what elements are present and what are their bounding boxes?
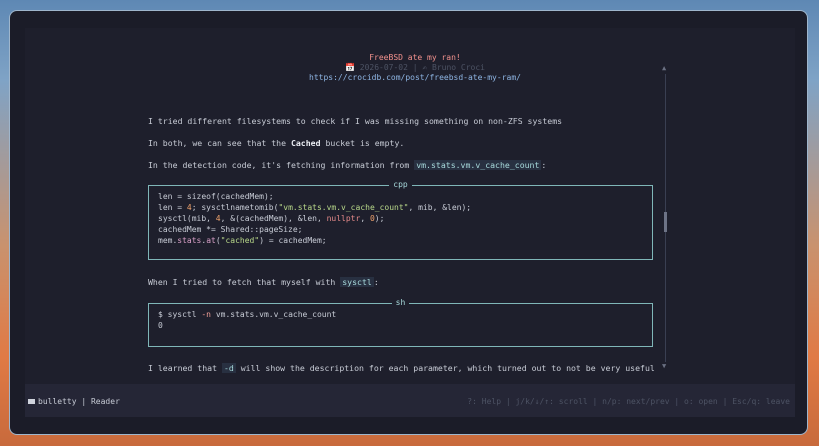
status-bar: bulletty | Reader ?: Help | j/k/↓/↑: scr… xyxy=(25,384,795,417)
paragraph-2: In both, we can see that the Cached buck… xyxy=(148,138,404,148)
article-meta: 📅 2026-07-02 | ✍ Bruno Croci xyxy=(344,63,485,72)
app-name: bulletty | Reader xyxy=(38,397,120,406)
para5-text-end: will show the description for each param… xyxy=(235,363,655,373)
para2-text: In both, we can see that the xyxy=(148,138,291,148)
para3-text-end: : xyxy=(541,160,547,170)
shell-line-2: 0 xyxy=(158,321,163,330)
paragraph-1: I tried different filesystems to check i… xyxy=(148,116,563,126)
inline-code: -d xyxy=(221,363,236,373)
code-block-sh: sh $ sysctl -n vm.stats.vm.v_cache_count… xyxy=(148,298,653,347)
code-line-2: len = 4; sysctlnametomib("vm.stats.vm.v_… xyxy=(158,203,472,212)
para4-text: When I tried to fetch that myself with xyxy=(148,277,341,287)
paragraph-5: I learned that -d will show the descript… xyxy=(148,363,655,373)
scrollbar-thumb[interactable] xyxy=(664,212,667,232)
para5-text: I learned that xyxy=(148,363,222,373)
para2-text-end: bucket is empty. xyxy=(320,138,405,148)
code-lang-label: cpp xyxy=(389,180,412,189)
mail-icon xyxy=(28,399,35,404)
para2-bold: Cached xyxy=(290,138,321,148)
scroll-up-arrow-icon[interactable]: ▲ xyxy=(662,64,666,72)
article-url[interactable]: https://crocidb.com/post/freebsd-ate-my-… xyxy=(25,73,805,82)
code-line-5: mem.stats.at("cached") = cachedMem; xyxy=(158,236,327,245)
inline-code: vm.stats.vm.v_cache_count xyxy=(414,160,542,170)
code-lang-label: sh xyxy=(391,298,410,307)
scroll-down-arrow-icon[interactable]: ▼ xyxy=(662,362,666,370)
terminal-window: FreeBSD ate my ran! 📅 2026-07-02 | ✍ Bru… xyxy=(9,10,808,435)
article-title: FreeBSD ate my ran! xyxy=(369,53,461,62)
para4-text-end: : xyxy=(373,277,379,287)
code-block-cpp: cpp len = sizeof(cachedMem); len = 4; sy… xyxy=(148,180,653,260)
code-line-3: sysctl(mib, 4, &(cachedMem), &len, nullp… xyxy=(158,214,385,223)
paragraph-4: When I tried to fetch that myself with s… xyxy=(148,277,379,287)
shell-line-1: $ sysctl -n vm.stats.vm.v_cache_count xyxy=(158,310,337,319)
keybinding-help: ?: Help | j/k/↓/↑: scroll | n/p: next/pr… xyxy=(467,397,790,406)
code-line-1: len = sizeof(cachedMem); xyxy=(158,192,274,201)
reader-pane[interactable]: FreeBSD ate my ran! 📅 2026-07-02 | ✍ Bru… xyxy=(25,28,795,388)
code-line-4: cachedMem *= Shared::pageSize; xyxy=(158,225,303,234)
inline-code: sysctl xyxy=(340,277,374,287)
paragraph-3: In the detection code, it's fetching inf… xyxy=(148,160,546,170)
para3-text: In the detection code, it's fetching inf… xyxy=(148,160,415,170)
